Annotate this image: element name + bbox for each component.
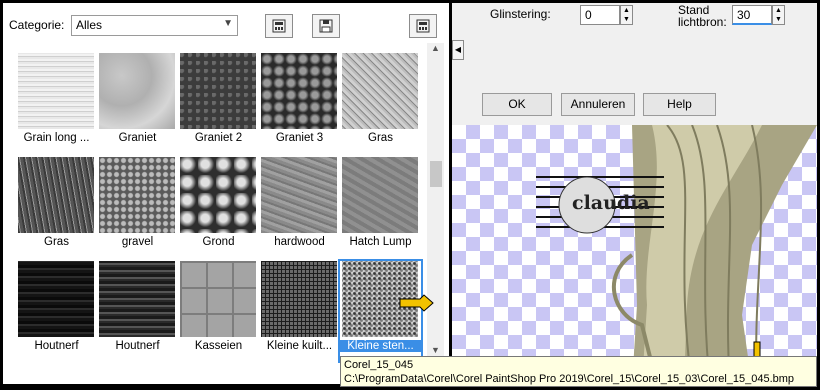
thumbnail-label: Gras bbox=[368, 132, 393, 144]
thumbnail-item[interactable]: Gras bbox=[16, 157, 97, 257]
texture-preview bbox=[99, 261, 175, 337]
thumbnail-label: Grond bbox=[202, 236, 235, 248]
thumbnail-item[interactable]: Graniet 2 bbox=[178, 53, 259, 153]
tooltip-path: C:\ProgramData\Corel\Corel PaintShop Pro… bbox=[344, 373, 795, 385]
glinstering-input[interactable]: 0 bbox=[580, 5, 620, 25]
category-value: Alles bbox=[76, 18, 103, 32]
stand-lichtbron-stepper[interactable]: ▲ ▼ bbox=[772, 5, 785, 25]
tooltip-name: Corel_15_045 bbox=[344, 359, 414, 371]
grid-view-icon bbox=[272, 19, 286, 33]
texture-preview bbox=[180, 157, 256, 233]
category-dropdown[interactable]: Alles ▼ bbox=[71, 15, 238, 36]
thumbnail-item[interactable]: Graniet 3 bbox=[259, 53, 340, 153]
thumbnail-label: hardwood bbox=[274, 236, 325, 248]
hand-pointer-icon bbox=[399, 294, 434, 312]
thumbnail-label: Graniet 2 bbox=[194, 132, 243, 144]
options-button[interactable] bbox=[409, 14, 437, 38]
thumbnail-grid: Grain long ... Graniet Graniet 2 Graniet 3 G… bbox=[3, 51, 427, 384]
canvas-preview[interactable]: claudia bbox=[452, 125, 817, 385]
cancel-button[interactable]: Annuleren bbox=[561, 93, 635, 116]
thumbnail-label: Graniet 3 bbox=[275, 132, 324, 144]
category-label: Categorie: bbox=[9, 18, 65, 32]
stand-lichtbron-input[interactable]: 30 bbox=[732, 5, 772, 25]
thumbnail-label: Hatch Lump bbox=[349, 236, 412, 248]
chevron-down-icon: ▼ bbox=[223, 18, 233, 29]
browse-button[interactable] bbox=[265, 14, 293, 38]
texture-preview bbox=[261, 261, 337, 337]
thumbnail-item[interactable]: Hatch Lump bbox=[340, 157, 421, 257]
grid-view-icon bbox=[416, 19, 430, 33]
thumbnail-item[interactable]: hardwood bbox=[259, 157, 340, 257]
svg-text:claudia: claudia bbox=[572, 192, 650, 214]
thumbnail-item[interactable]: Kleine kuilt... bbox=[259, 261, 340, 361]
help-button[interactable]: Help bbox=[643, 93, 716, 116]
thumbnail-label: Houtnerf bbox=[34, 340, 79, 352]
thumbnail-item[interactable]: Gras bbox=[340, 53, 421, 153]
texture-preview bbox=[99, 157, 175, 233]
texture-picker-panel: Categorie: Alles ▼ Grain long ... Graniet… bbox=[3, 3, 449, 384]
thumbnail-item[interactable]: Kasseien bbox=[178, 261, 259, 361]
screenshot-frame: Categorie: Alles ▼ Grain long ... Graniet… bbox=[0, 0, 820, 390]
thumbnail-item[interactable]: Houtnerf bbox=[16, 261, 97, 361]
texture-preview bbox=[18, 53, 94, 129]
glinstering-stepper[interactable]: ▲ ▼ bbox=[620, 5, 633, 25]
thumbnail-item[interactable]: Grond bbox=[178, 157, 259, 257]
collapse-arrow-icon[interactable]: ◀ bbox=[452, 40, 464, 60]
texture-settings-dialog: ◀ Glinstering: 0 ▲ ▼ Stand lichtbron: 30 … bbox=[452, 3, 817, 125]
texture-preview bbox=[180, 53, 256, 129]
thumbnail-label: Kleine sten... bbox=[340, 340, 421, 352]
texture-preview bbox=[99, 53, 175, 129]
thumbnail-label: Gras bbox=[44, 236, 69, 248]
save-icon bbox=[319, 19, 333, 33]
thumbnail-label: Kleine kuilt... bbox=[266, 340, 333, 352]
thumbnail-item[interactable]: Houtnerf bbox=[97, 261, 178, 361]
thumbnail-item[interactable]: Grain long ... bbox=[16, 53, 97, 153]
thumbnail-label: Grain long ... bbox=[23, 132, 90, 144]
lichtbron-label: lichtbron: bbox=[678, 15, 727, 29]
scrollbar-thumb[interactable] bbox=[430, 161, 442, 187]
texture-preview bbox=[180, 261, 256, 337]
texture-preview bbox=[261, 157, 337, 233]
thumbnail-item[interactable]: Graniet bbox=[97, 53, 178, 153]
thumbnail-label: Kasseien bbox=[194, 340, 243, 352]
texture-preview bbox=[342, 53, 418, 129]
ok-button[interactable]: OK bbox=[482, 93, 552, 116]
scroll-up-icon[interactable]: ▲ bbox=[427, 43, 444, 57]
thumbnail-label: Graniet bbox=[118, 132, 157, 144]
thumbnail-label: Houtnerf bbox=[115, 340, 160, 352]
file-tooltip: Corel_15_045 C:\ProgramData\Corel\Corel … bbox=[340, 356, 817, 387]
texture-preview bbox=[18, 261, 94, 337]
texture-preview bbox=[261, 53, 337, 129]
save-preset-button[interactable] bbox=[312, 14, 340, 38]
thumbnail-label: gravel bbox=[121, 236, 154, 248]
glinstering-label: Glinstering: bbox=[490, 7, 551, 21]
thumbnail-item[interactable]: gravel bbox=[97, 157, 178, 257]
texture-preview bbox=[18, 157, 94, 233]
texture-preview bbox=[342, 157, 418, 233]
